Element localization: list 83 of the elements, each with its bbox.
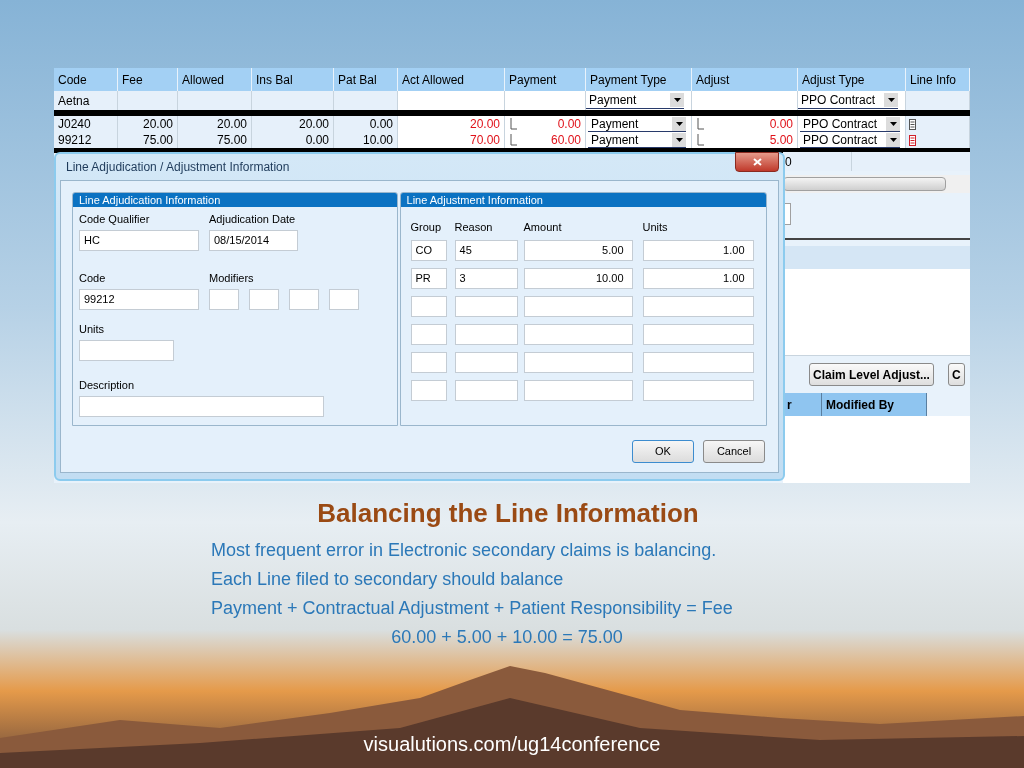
column-header: Group <box>410 221 442 233</box>
caret-icon <box>887 98 895 102</box>
dropdown[interactable]: Payment <box>588 132 686 148</box>
input-field[interactable] <box>454 296 518 317</box>
field-label: Modifiers <box>209 272 255 285</box>
table-cell-text: 5.00 <box>769 132 794 149</box>
input-field[interactable]: 5.00 <box>523 240 633 261</box>
column-header: Modified By <box>822 393 927 416</box>
input-field[interactable]: 08/15/2014 <box>209 230 298 251</box>
scrollbar-thumb[interactable] <box>783 177 946 191</box>
input-field[interactable] <box>410 380 447 401</box>
close-button[interactable] <box>735 152 779 172</box>
field-label: Units <box>79 323 105 336</box>
dropdown[interactable]: Payment <box>586 92 684 109</box>
input-field[interactable]: 3 <box>454 268 518 289</box>
caret-icon <box>889 121 897 126</box>
column-header: Units <box>642 221 668 233</box>
table-cell-text: 0.00 <box>557 116 582 133</box>
dialog-title: Line Adjudication / Adjustment Information <box>66 159 290 176</box>
field-label: Code <box>79 272 107 285</box>
checkbox[interactable] <box>510 118 518 130</box>
column-header: Reason <box>454 221 493 233</box>
checkbox[interactable] <box>697 118 705 130</box>
input-field[interactable] <box>454 352 518 373</box>
input-field[interactable]: 99212 <box>79 289 199 310</box>
field-label: Adjudication Date <box>209 213 297 226</box>
input-field[interactable] <box>289 289 319 310</box>
input-field[interactable]: 10.00 <box>523 268 633 289</box>
field-label: Code Qualifier <box>79 213 151 226</box>
table-cell-text: 60.00 <box>550 132 582 149</box>
table-cell: 20.00 <box>398 116 505 132</box>
input-field[interactable] <box>249 289 279 310</box>
input-field[interactable] <box>642 324 754 345</box>
input-field[interactable]: 1.00 <box>642 268 754 289</box>
table-cell: 70.00 <box>398 132 505 148</box>
input-field[interactable]: 1.00 <box>642 240 754 261</box>
group-title: Line Adjudication Information <box>73 193 397 207</box>
input-field[interactable]: PR <box>410 268 447 289</box>
button[interactable]: Cancel <box>703 440 765 463</box>
slide-text: Payment + Contractual Adjustment + Patient Responsibility = Fee <box>211 597 733 620</box>
table-cell-text: 0.00 <box>769 116 794 133</box>
input-field[interactable] <box>329 289 359 310</box>
input-field[interactable] <box>209 289 239 310</box>
input-field[interactable] <box>523 352 633 373</box>
input-field[interactable]: HC <box>79 230 199 251</box>
input-field[interactable] <box>79 396 324 417</box>
checkbox[interactable] <box>697 134 705 146</box>
input-field[interactable] <box>410 296 447 317</box>
button[interactable]: C <box>947 363 965 386</box>
dropdown[interactable]: PPO Contract <box>800 116 900 132</box>
caret-icon <box>675 121 683 126</box>
dropdown[interactable]: PPO Contract <box>798 92 898 109</box>
dropdown[interactable]: PPO Contract <box>800 132 900 148</box>
slide-text: Each Line filed to secondary should balance <box>211 568 564 591</box>
input-field[interactable] <box>410 352 447 373</box>
close-icon <box>752 158 762 166</box>
group-title: Line Adjustment Information <box>400 193 766 207</box>
button[interactable]: OK <box>632 440 694 463</box>
caret-icon <box>889 137 897 142</box>
input-field[interactable]: 45 <box>454 240 518 261</box>
input-field[interactable]: CO <box>410 240 447 261</box>
button[interactable]: Claim Level Adjust... <box>809 363 934 386</box>
footer-url: visualutions.com/ug14conference <box>363 732 661 757</box>
slide-text: Most frequent error in Electronic secondary claims is balancing. <box>211 539 717 562</box>
column-header: r <box>783 393 822 416</box>
field-label: Description <box>79 379 135 392</box>
input-field[interactable] <box>523 324 633 345</box>
equation-text: 60.00 + 5.00 + 10.00 = 75.00 <box>391 626 623 649</box>
checkbox[interactable] <box>510 134 518 146</box>
input-field[interactable] <box>79 340 174 361</box>
input-field[interactable] <box>642 296 754 317</box>
input-field[interactable] <box>454 324 518 345</box>
input-field[interactable] <box>454 380 518 401</box>
input-field[interactable] <box>642 352 754 373</box>
input-field[interactable] <box>523 296 633 317</box>
input-field[interactable] <box>642 380 754 401</box>
input-field[interactable] <box>523 380 633 401</box>
input-field[interactable] <box>410 324 447 345</box>
caret-icon <box>675 137 683 142</box>
dropdown[interactable]: Payment <box>588 116 686 132</box>
column-header: Amount <box>523 221 562 233</box>
caret-icon <box>673 98 681 102</box>
slide-title: Balancing the Line Information <box>317 497 699 530</box>
